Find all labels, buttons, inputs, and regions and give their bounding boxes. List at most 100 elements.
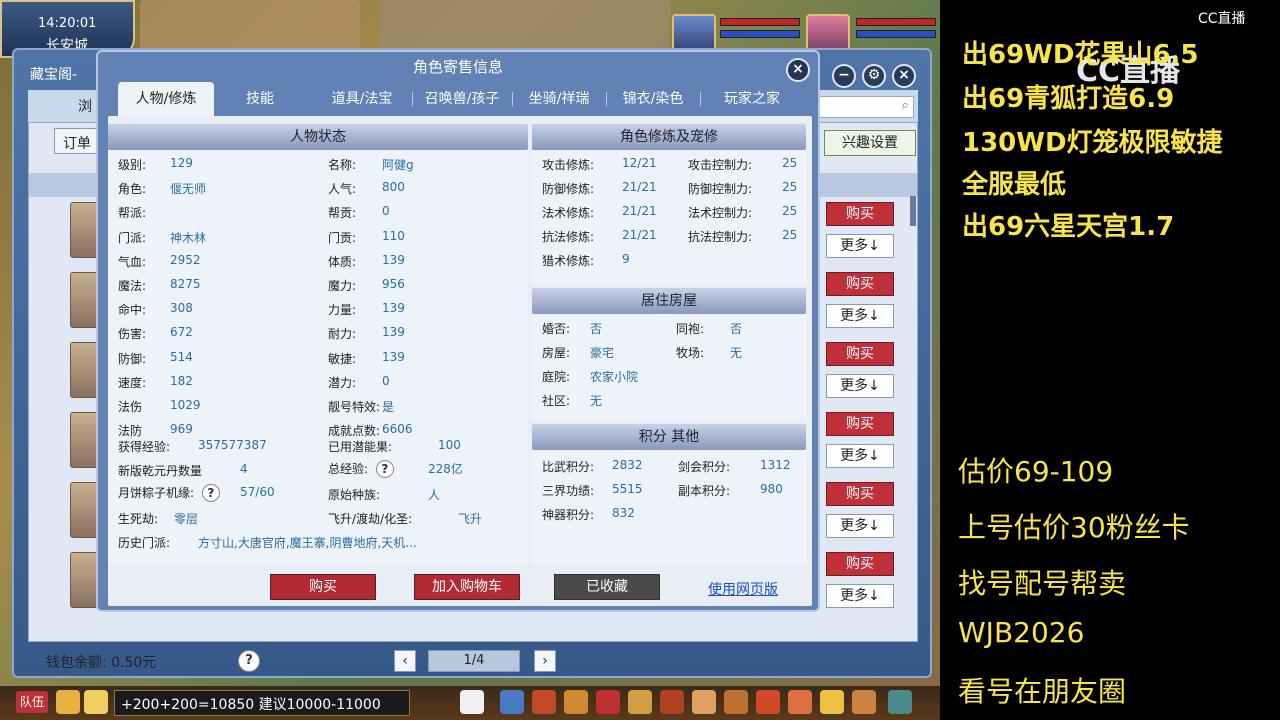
stat-row: 体质: 139 xyxy=(328,253,405,270)
stat-label: 速度: xyxy=(118,375,147,390)
more-button[interactable]: 更多↓ xyxy=(826,304,894,328)
stat-value: 21/21 xyxy=(622,228,657,242)
stat-value: 182 xyxy=(170,373,193,388)
stat-row: 门贡: 110 xyxy=(328,229,405,246)
fly-value: 飞升 xyxy=(458,512,483,526)
stat-value: 6606 xyxy=(382,422,413,437)
team-button[interactable]: 队伍 xyxy=(16,691,48,713)
stat-row: 帮派: xyxy=(118,204,146,221)
more-button[interactable]: 更多↓ xyxy=(826,514,894,538)
stat-value: 129 xyxy=(170,156,193,170)
stat-value: 800 xyxy=(382,180,405,195)
help-icon[interactable]: ? xyxy=(201,484,220,502)
gang-icon[interactable] xyxy=(724,690,748,714)
stat-value: 0 xyxy=(382,204,390,219)
buy-button[interactable]: 购买 xyxy=(826,412,894,436)
stat-label: 比武积分: xyxy=(542,460,595,474)
buy-button[interactable]: 购买 xyxy=(826,272,894,296)
tab-skills[interactable]: 技能 xyxy=(220,82,300,116)
settings-icon[interactable] xyxy=(888,690,912,714)
stat-row: 法术修炼: 21/21 xyxy=(542,204,657,221)
next-page-button[interactable]: › xyxy=(534,650,556,672)
stat-value: 21/21 xyxy=(622,204,657,218)
prev-page-button[interactable]: ‹ xyxy=(394,650,416,672)
game-scene: 14:20:01 长安城 藏宝阁- 浏 ⌕ − ⚙ × 订单 兴趣设置 购买 更… xyxy=(0,0,940,720)
stat-label: 攻击修炼: xyxy=(542,158,595,172)
more-button[interactable]: 更多↓ xyxy=(826,374,894,398)
scrollbar[interactable] xyxy=(910,196,916,226)
chat-input[interactable]: +200+200=10850 建议10000-11000 xyxy=(114,690,410,716)
minimize-icon[interactable]: − xyxy=(832,64,856,88)
stat-value: 豪宅 xyxy=(590,346,615,360)
tab-character[interactable]: 人物/修炼 xyxy=(118,82,214,116)
friends-icon[interactable] xyxy=(628,690,652,714)
overlay-line: 估价69-109 xyxy=(958,455,1114,488)
points-heading: 积分 其他 xyxy=(532,424,806,450)
add-to-cart-button[interactable]: 加入购物车 xyxy=(414,574,520,600)
stat-value: 25 xyxy=(782,228,798,242)
more-button[interactable]: 更多↓ xyxy=(826,584,894,608)
more-button[interactable]: 更多↓ xyxy=(826,234,894,258)
stat-label: 抗法修炼: xyxy=(542,230,595,244)
smile-icon[interactable] xyxy=(820,690,844,714)
close-icon[interactable]: × xyxy=(786,58,810,82)
mic-icon[interactable] xyxy=(56,690,80,714)
emoji-icon[interactable] xyxy=(84,690,108,714)
tab-pets[interactable]: 召唤兽/孩子 xyxy=(414,82,510,116)
tab-outfits[interactable]: 锦衣/染色 xyxy=(608,82,698,116)
activity-icon[interactable] xyxy=(852,690,876,714)
stat-value: 是 xyxy=(382,400,395,414)
stat-value: 无 xyxy=(730,346,743,360)
settings-icon[interactable]: ⚙ xyxy=(862,64,886,88)
interest-settings-button[interactable]: 兴趣设置 xyxy=(824,130,916,156)
stat-value: 否 xyxy=(730,322,743,336)
tab-mounts[interactable]: 坐骑/祥瑞 xyxy=(514,82,604,116)
race-label: 原始种族: xyxy=(328,488,381,502)
task-icon[interactable] xyxy=(596,690,620,714)
tab-items[interactable]: 道具/法宝 xyxy=(314,82,410,116)
system-icon[interactable] xyxy=(756,690,780,714)
buy-button[interactable]: 购买 xyxy=(826,552,894,576)
pet-icon[interactable] xyxy=(460,690,484,714)
stat-row: 伤害: 672 xyxy=(118,325,193,342)
stat-value: 672 xyxy=(170,325,193,340)
buy-button[interactable]: 购买 xyxy=(826,202,894,226)
total-exp-value: 228亿 xyxy=(428,462,463,476)
team-icon[interactable] xyxy=(660,690,684,714)
stat-label: 社区: xyxy=(542,394,571,408)
stat-row: 人气: 800 xyxy=(328,180,405,197)
search-icon[interactable]: ⌕ xyxy=(902,98,909,113)
more-button[interactable]: 更多↓ xyxy=(826,444,894,468)
history-value: 方寸山,大唐官府,魔王寨,阴曹地府,天机... xyxy=(198,536,417,550)
bag-icon[interactable] xyxy=(532,690,556,714)
web-version-link[interactable]: 使用网页版 xyxy=(708,579,778,599)
gift-icon[interactable] xyxy=(564,690,588,714)
race-row: 原始种族: 人 xyxy=(328,486,440,503)
stat-value: 12/21 xyxy=(622,156,657,170)
stat-label: 成就点数: xyxy=(328,424,381,439)
cultivation-panel: 角色修炼及宠修 攻击修炼: 12/21 防御修炼: 21/21 法术修炼: 21/21 抗法… xyxy=(532,124,806,284)
favorited-button[interactable]: 已收藏 xyxy=(554,574,660,600)
attack-icon[interactable] xyxy=(500,690,524,714)
stat-value: 25 xyxy=(782,204,798,218)
mall-icon[interactable] xyxy=(788,690,812,714)
stat-row: 法术控制力: 25 xyxy=(688,204,797,221)
tab-separator xyxy=(412,92,413,106)
help-icon[interactable]: ? xyxy=(238,650,260,672)
stat-label: 角色: xyxy=(118,182,147,197)
buy-button[interactable]: 购买 xyxy=(826,342,894,366)
stat-label: 耐力: xyxy=(328,327,357,342)
stat-row: 魔法: 8275 xyxy=(118,277,201,294)
dialog-tabs: 人物/修炼 技能 道具/法宝 召唤兽/孩子 坐骑/祥瑞 锦衣/染色 玩家之家 xyxy=(108,82,812,116)
tab-home[interactable]: 玩家之家 xyxy=(704,82,800,116)
tab-browse[interactable]: 浏 xyxy=(78,96,92,116)
help-icon[interactable]: ? xyxy=(375,460,394,478)
buy-button[interactable]: 购买 xyxy=(270,574,376,600)
stat-value: 2952 xyxy=(170,252,201,267)
dialog-body: 人物状态 级别: 129 角色: 偃无师 帮派: 门派: 神木林 气血: 2952 魔法: 8275… xyxy=(108,116,812,606)
close-icon[interactable]: × xyxy=(892,64,916,88)
stat-label: 力量: xyxy=(328,303,357,318)
skill-icon[interactable] xyxy=(692,690,716,714)
status-panel: 人物状态 级别: 129 角色: 偃无师 帮派: 门派: 神木林 气血: 2952 魔法: 8275… xyxy=(108,124,528,564)
buy-button[interactable]: 购买 xyxy=(826,482,894,506)
